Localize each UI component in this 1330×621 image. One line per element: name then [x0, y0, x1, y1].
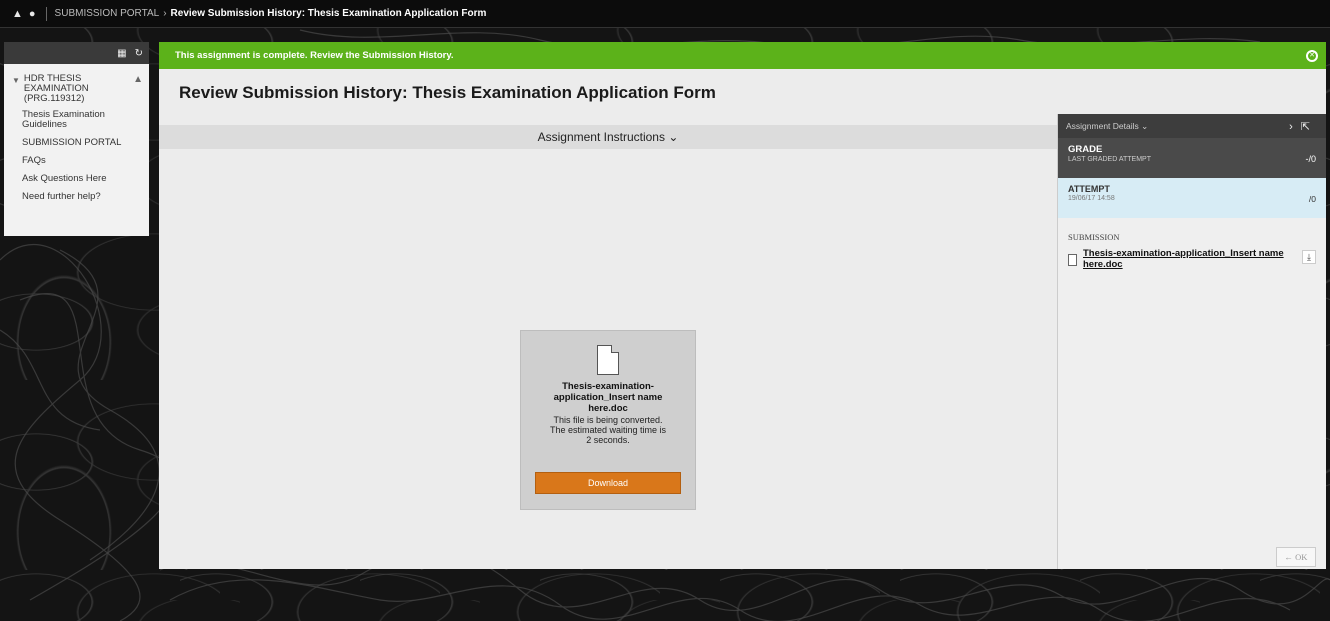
submission-label: SUBMISSION	[1068, 232, 1120, 242]
breadcrumb-chevron: ›	[163, 8, 167, 19]
collapse-triangle-icon[interactable]: ▼	[12, 76, 20, 104]
collapse-panel-icon[interactable]: ›	[1289, 121, 1301, 133]
menu-item-further-help[interactable]: Need further help?	[22, 192, 143, 202]
submission-file-row: Thesis-examination-application_Insert na…	[1068, 248, 1316, 270]
attempt-value: /0	[1308, 194, 1316, 204]
breadcrumb-divider	[45, 6, 47, 21]
assignment-instructions-toggle[interactable]: Assignment Instructions ⌄	[159, 125, 1057, 149]
folder-view-icon[interactable]: ▦	[117, 48, 126, 59]
download-icon[interactable]: ⤓	[1302, 250, 1316, 264]
banner-close-icon[interactable]: ✕	[1306, 49, 1318, 62]
details-header: Assignment Details ⌄ ›⇱	[1058, 114, 1326, 138]
assignment-details-panel: Assignment Details ⌄ ›⇱ GRADE LAST GRADE…	[1057, 114, 1326, 569]
conversion-status: This file is being converted. The estima…	[549, 415, 667, 445]
submission-file-link[interactable]: Thesis-examination-application_Insert na…	[1083, 248, 1302, 270]
grade-sublabel: LAST GRADED ATTEMPT	[1068, 156, 1151, 163]
course-home-icon[interactable]: ▲	[133, 74, 143, 104]
chevron-down-icon: ⌄	[668, 130, 679, 144]
breadcrumb-current: Review Submission History: Thesis Examin…	[170, 8, 487, 19]
course-menu-toolbar: ▦ ↻	[4, 42, 149, 64]
instructions-label: Assignment Instructions	[537, 130, 665, 144]
attempt-label: ATTEMPT	[1068, 184, 1110, 194]
menu-item-faqs[interactable]: FAQs	[22, 156, 143, 166]
course-title[interactable]: HDR THESIS EXAMINATION (PRG.119312)	[24, 74, 133, 104]
menu-item-submission-portal[interactable]: SUBMISSION PORTAL	[22, 138, 143, 148]
breadcrumb-bar: ▲ ● SUBMISSION PORTAL › Review Submissio…	[0, 0, 1330, 28]
expand-icon[interactable]: ⇱	[1301, 121, 1318, 133]
preview-file-name: Thesis-examination-application_Insert na…	[553, 381, 663, 414]
document-icon	[597, 345, 619, 375]
page-title: Review Submission History: Thesis Examin…	[179, 83, 716, 102]
refresh-icon[interactable]: ↻	[135, 48, 143, 59]
menu-item-guidelines[interactable]: Thesis Examination Guidelines	[22, 110, 143, 130]
details-header-label: Assignment Details	[1066, 120, 1139, 131]
menu-item-ask-questions[interactable]: Ask Questions Here	[22, 174, 143, 184]
grade-value: -/0	[1305, 154, 1316, 164]
attempt-section[interactable]: ATTEMPT 19/06/17 14:58 /0	[1058, 178, 1326, 218]
attempt-date: 19/06/17 14:58	[1068, 195, 1115, 202]
ok-button[interactable]: ← OK	[1276, 547, 1316, 567]
grade-label: GRADE	[1068, 144, 1103, 155]
grade-section: GRADE LAST GRADED ATTEMPT -/0	[1058, 138, 1326, 178]
main-panel: Review Submission History: Thesis Examin…	[159, 69, 1326, 569]
file-icon	[1068, 254, 1077, 266]
download-button[interactable]: Download	[535, 472, 681, 494]
home-icon[interactable]: ▲	[12, 8, 23, 20]
course-menu-items: Thesis Examination Guidelines SUBMISSION…	[12, 110, 143, 202]
file-preview-card: Thesis-examination-application_Insert na…	[520, 330, 696, 510]
details-controls: ›⇱	[1289, 120, 1318, 133]
course-menu: ▼ HDR THESIS EXAMINATION (PRG.119312) ▲ …	[4, 64, 149, 236]
course-menu-header[interactable]: ▼ HDR THESIS EXAMINATION (PRG.119312) ▲	[12, 74, 143, 104]
banner-message: This assignment is complete. Review the …	[175, 50, 454, 61]
globe-icon[interactable]: ●	[29, 8, 36, 20]
completion-banner: This assignment is complete. Review the …	[159, 42, 1326, 69]
breadcrumb-portal-link[interactable]: SUBMISSION PORTAL	[55, 8, 160, 19]
details-dropdown[interactable]: Assignment Details ⌄	[1066, 121, 1148, 132]
